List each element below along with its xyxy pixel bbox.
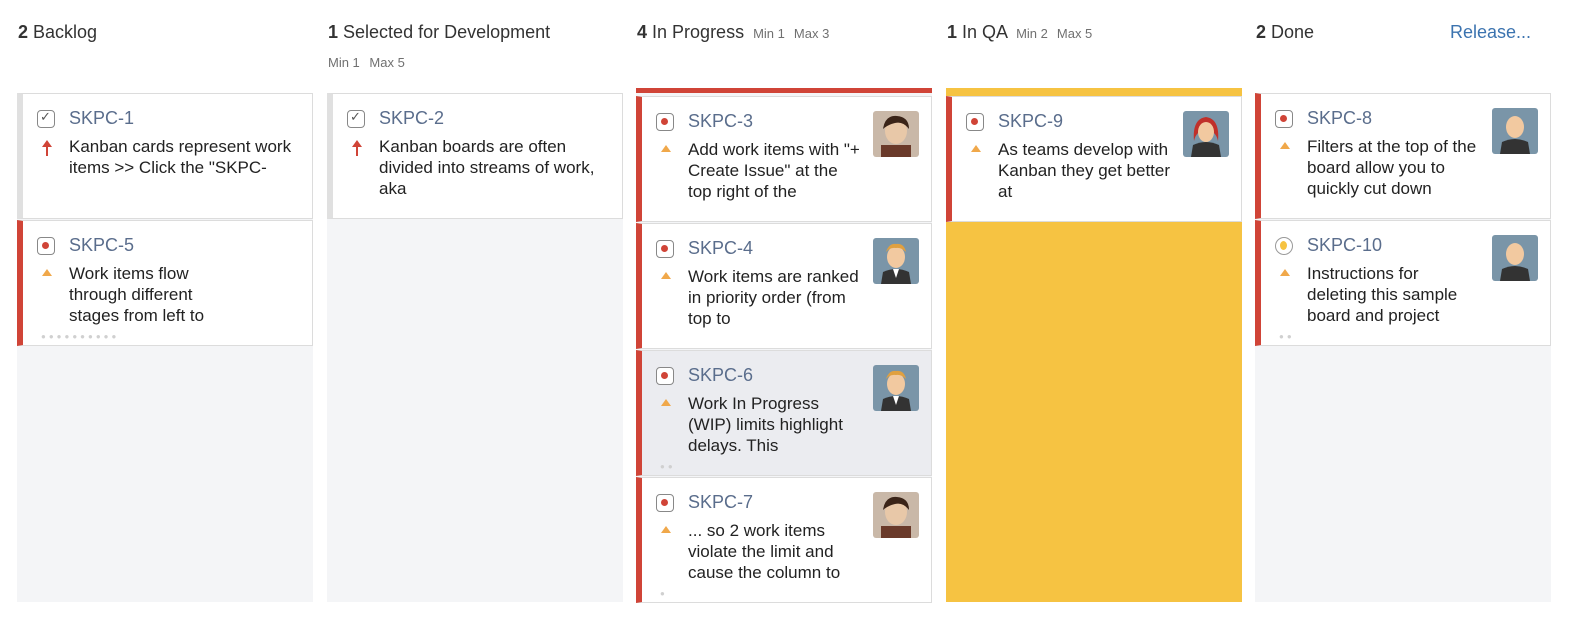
days-in-column-dots: ● [660,589,668,598]
column-max-limit: Max 5 [1056,26,1093,41]
column-selected-for-development: SKPC-2 Kanban boards are often divided i… [327,93,623,602]
assignee-avatar[interactable] [1492,235,1538,281]
issue-summary: Instructions for deleting this sample bo… [1307,264,1458,325]
task-icon [37,109,55,128]
issue-summary: Work In Progress (WIP) limits highlight … [688,394,843,455]
column-min-limit: Min 1 [328,55,360,70]
assignee-avatar[interactable] [873,111,919,157]
column-title: Selected for Development [343,22,551,42]
days-in-column-dots: ●● [1279,332,1295,341]
issue-card-skpc-5[interactable]: SKPC-5 Work items flow through different… [17,220,313,346]
column-title: In QA [962,22,1008,42]
column-max-limit: Max 5 [369,55,405,70]
issue-key[interactable]: SKPC-8 [1307,108,1372,129]
issue-card-skpc-8[interactable]: SKPC-8 Filters at the top of the board a… [1255,93,1551,219]
issue-card-skpc-4[interactable]: SKPC-4 Work items are ranked in priority… [636,223,932,349]
issue-card-skpc-10[interactable]: SKPC-10 Instructions for deleting this s… [1255,220,1551,346]
column-count: 1 [947,22,958,42]
issue-card-skpc-3[interactable]: SKPC-3 Add work items with "+ Create Iss… [636,96,932,222]
assignee-avatar[interactable] [873,492,919,538]
column-done: SKPC-8 Filters at the top of the board a… [1255,93,1551,602]
bug-icon [37,237,55,255]
column-count: 2 [18,22,29,42]
issue-card-skpc-1[interactable]: SKPC-1 Kanban cards represent work items… [17,93,313,219]
days-in-column-dots: ●●●●●●●●●● [41,332,120,341]
bug-icon [656,113,674,131]
column-count: 2 [1256,22,1267,42]
bug-icon [966,113,984,131]
column-in-qa: SKPC-9 As teams develop with Kanban they… [946,88,1242,602]
column-backlog: SKPC-1 Kanban cards represent work items… [17,93,313,602]
high-priority-icon [41,140,53,156]
assignee-avatar[interactable] [873,365,919,411]
issue-key[interactable]: SKPC-3 [688,111,753,132]
issue-summary: Work items are ranked in priority order … [688,267,859,328]
column-min-limit: Min 1 [753,26,785,41]
issue-summary: Kanban boards are often divided into str… [379,137,595,198]
issue-summary: Work items flow through different stages… [69,264,205,325]
issue-key[interactable]: SKPC-5 [69,235,134,256]
medium-priority-icon [1279,140,1291,156]
column-max-limit: Max 3 [793,26,830,41]
column-min-limit: Min 2 [1016,26,1048,41]
medium-priority-icon [660,143,672,159]
column-header-in-qa: 1 In QA Min 2 Max 5 [947,22,1092,43]
column-in-progress: SKPC-3 Add work items with "+ Create Iss… [636,88,932,603]
column-header-selected: 1 Selected for Development [328,22,550,43]
column-limits-selected: Min 1 Max 5 [328,55,405,70]
column-count: 1 [328,22,339,42]
issue-card-skpc-2[interactable]: SKPC-2 Kanban boards are often divided i… [327,93,623,219]
issue-key[interactable]: SKPC-9 [998,111,1063,132]
issue-summary: Kanban cards represent work items >> Cli… [69,137,292,177]
medium-priority-icon [1279,267,1291,283]
column-title: In Progress [652,22,745,42]
column-title: Backlog [33,22,98,42]
column-title: Done [1271,22,1315,42]
assignee-avatar[interactable] [1183,111,1229,157]
issue-summary: Filters at the top of the board allow yo… [1307,137,1477,198]
issue-key[interactable]: SKPC-7 [688,492,753,513]
medium-priority-icon [41,267,53,283]
bug-icon [656,494,674,512]
improvement-icon [1275,237,1293,255]
issue-key[interactable]: SKPC-10 [1307,235,1382,256]
issue-key[interactable]: SKPC-2 [379,108,444,129]
bug-icon [1275,110,1293,128]
task-icon [347,109,365,128]
medium-priority-icon [660,397,672,413]
medium-priority-icon [660,524,672,540]
issue-key[interactable]: SKPC-4 [688,238,753,259]
high-priority-icon [351,140,363,156]
column-header-backlog: 2 Backlog [18,22,97,43]
bug-icon [656,240,674,258]
issue-card-skpc-6[interactable]: SKPC-6 Work In Progress (WIP) limits hig… [636,350,932,476]
issue-card-skpc-7[interactable]: SKPC-7 ... so 2 work items violate the l… [636,477,932,603]
days-in-column-dots: ●● [660,462,676,471]
issue-card-skpc-9[interactable]: SKPC-9 As teams develop with Kanban they… [946,96,1242,222]
release-button[interactable]: Release... [1450,22,1531,43]
column-count: 4 [637,22,648,42]
medium-priority-icon [660,270,672,286]
issue-summary: As teams develop with Kanban they get be… [998,140,1171,201]
issue-summary: Add work items with "+ Create Issue" at … [688,140,860,201]
bug-icon [656,367,674,385]
issue-key[interactable]: SKPC-1 [69,108,134,129]
issue-key[interactable]: SKPC-6 [688,365,753,386]
column-header-in-progress: 4 In Progress Min 1 Max 3 [637,22,829,43]
assignee-avatar[interactable] [873,238,919,284]
assignee-avatar[interactable] [1492,108,1538,154]
medium-priority-icon [970,143,982,159]
column-header-done: 2 Done [1256,22,1314,43]
issue-summary: ... so 2 work items violate the limit an… [688,521,841,582]
